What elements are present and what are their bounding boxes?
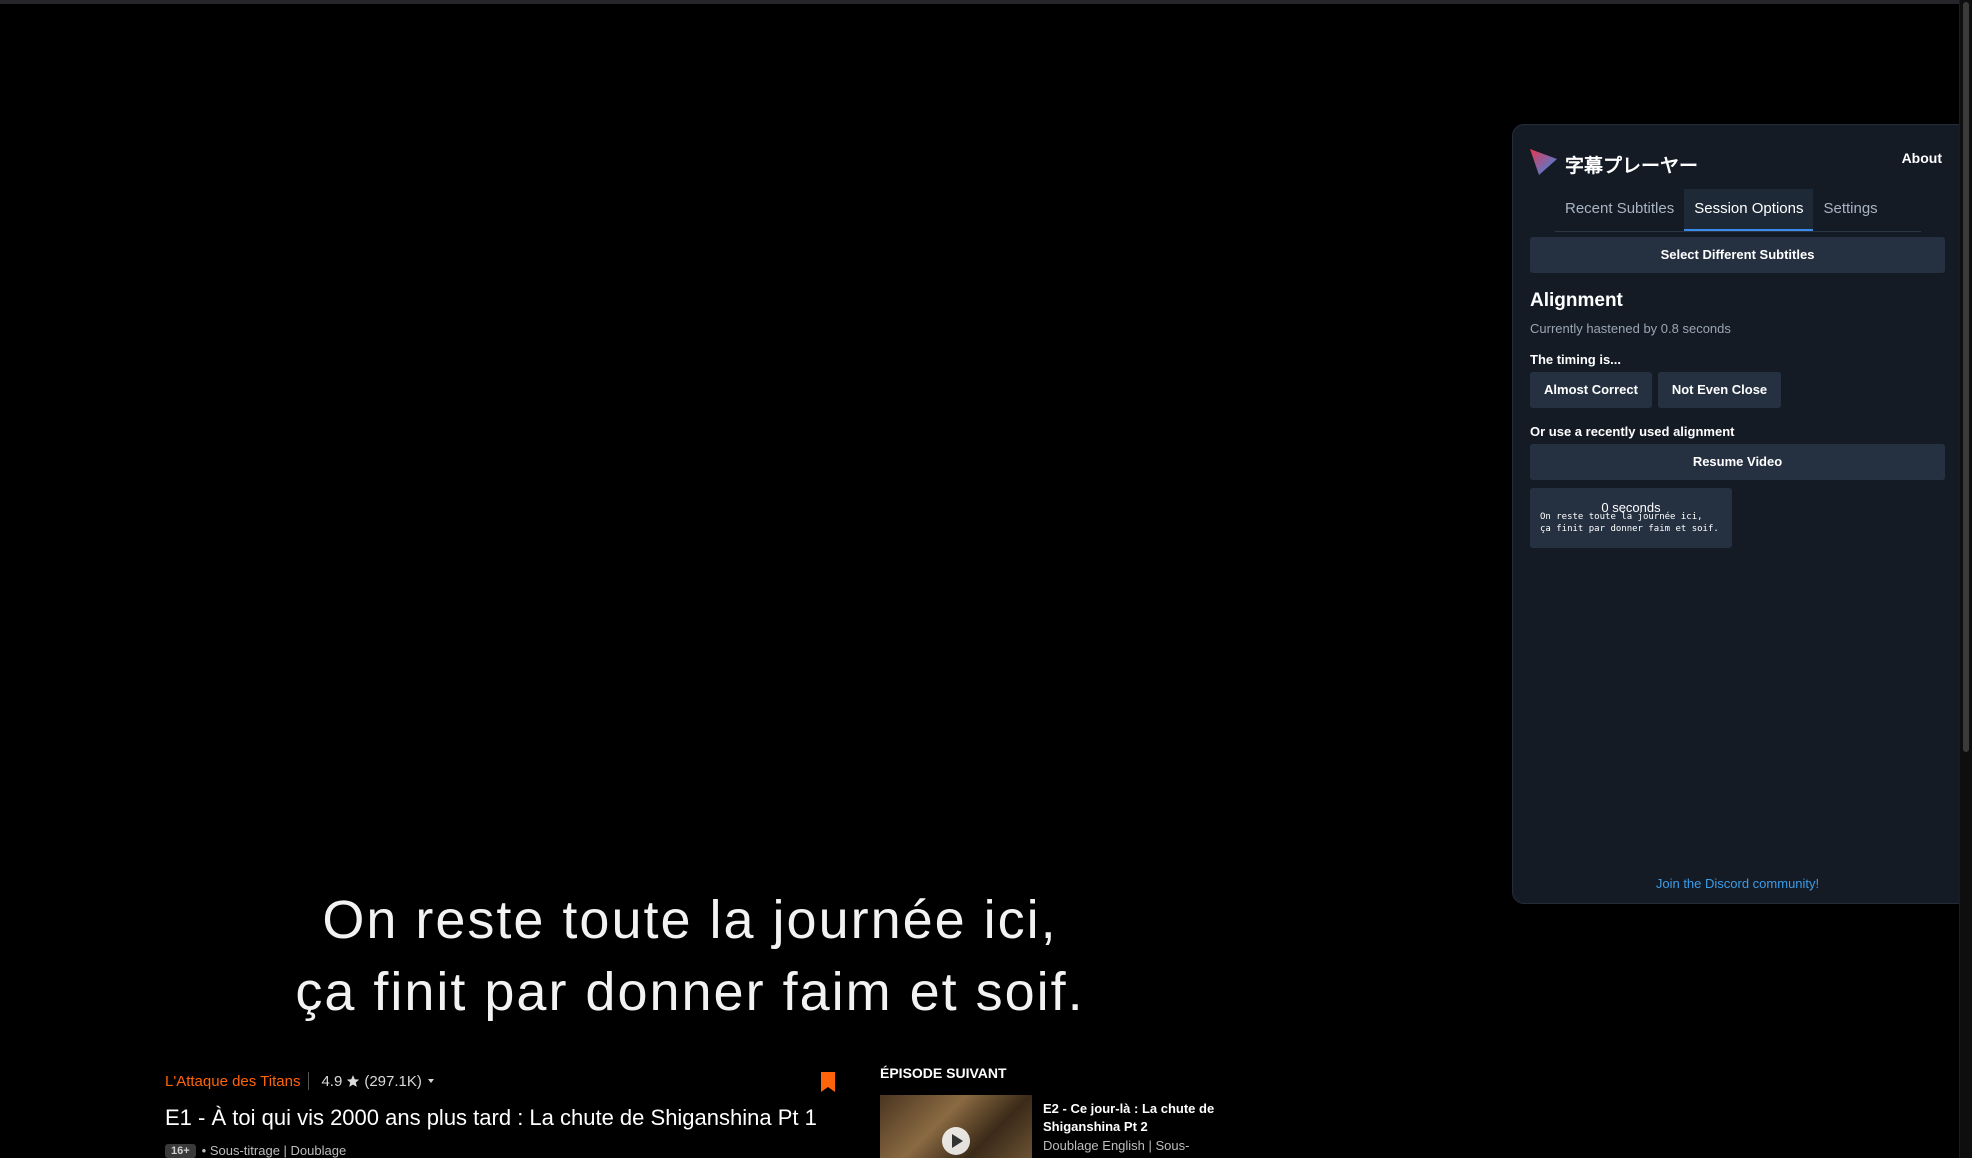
next-episode-audio: Doublage English | Sous- (1043, 1138, 1190, 1153)
bookmark-icon[interactable] (820, 1072, 836, 1092)
next-episode-heading: ÉPISODE SUIVANT (880, 1065, 1007, 1081)
tab-recent-subtitles[interactable]: Recent Subtitles (1555, 189, 1684, 231)
episode-title: E1 - À toi qui vis 2000 ans plus tard : … (165, 1105, 817, 1130)
video-player[interactable]: On reste toute la journée ici, ça finit … (0, 4, 1500, 1058)
subtitle-line-1: On reste toute la journée ici, (322, 890, 1058, 950)
discord-link[interactable]: Join the Discord community! (1513, 876, 1962, 891)
tab-settings[interactable]: Settings (1813, 189, 1887, 231)
rating[interactable]: 4.9 (297.1K) (321, 1073, 435, 1090)
select-different-subtitles-button[interactable]: Select Different Subtitles (1530, 237, 1945, 273)
tab-bar: Recent Subtitles Session Options Setting… (1555, 189, 1921, 232)
recent-alignment-card[interactable]: 0 seconds On reste toute la journée ici,… (1530, 488, 1732, 548)
alignment-preview-line-2: ça finit par donner faim et soif. (1540, 524, 1719, 534)
not-even-close-button[interactable]: Not Even Close (1658, 372, 1781, 408)
next-episode-thumbnail[interactable] (880, 1095, 1032, 1158)
subtitle-line-2: ça finit par donner faim et soif. (295, 962, 1085, 1022)
subtitle-overlay: On reste toute la journée ici, ça finit … (160, 884, 1220, 1028)
timing-label: The timing is... (1530, 352, 1622, 367)
almost-correct-button[interactable]: Almost Correct (1530, 372, 1652, 408)
page: On reste toute la journée ici, ça finit … (0, 0, 1972, 1158)
recent-alignment-label: Or use a recently used alignment (1530, 424, 1735, 439)
subtitle-player-panel: 字幕プレーヤー About Recent Subtitles Session O… (1512, 124, 1963, 904)
alignment-preview: On reste toute la journée ici, ça finit p… (1540, 511, 1732, 535)
resume-video-button[interactable]: Resume Video (1530, 444, 1945, 480)
episode-meta: 16+ • Sous-titrage | Doublage (165, 1143, 346, 1158)
caret-down-icon (427, 1079, 434, 1083)
star-icon (347, 1075, 360, 1087)
logo-icon (1530, 149, 1557, 175)
next-episode-title[interactable]: E2 - Ce jour-là : La chute de Shiganshin… (1043, 1100, 1233, 1136)
divider (308, 1072, 310, 1090)
series-row: L'Attaque des Titans 4.9 (297.1K) (165, 1072, 436, 1090)
about-link[interactable]: About (1902, 150, 1942, 166)
rating-count: (297.1K) (364, 1072, 422, 1090)
audio-info: • Sous-titrage | Doublage (201, 1143, 347, 1158)
app-title: 字幕プレーヤー (1565, 156, 1699, 177)
scrollbar-thumb[interactable] (1963, 2, 1969, 752)
rating-value: 4.9 (321, 1072, 343, 1090)
alignment-preview-line-1: On reste toute la journée ici, (1540, 512, 1703, 522)
play-icon[interactable] (942, 1127, 970, 1155)
series-link[interactable]: L'Attaque des Titans (165, 1073, 300, 1090)
alignment-heading: Alignment (1530, 290, 1623, 311)
scrollbar[interactable] (1959, 0, 1972, 1158)
alignment-status: Currently hastened by 0.8 seconds (1530, 321, 1731, 336)
tab-session-options[interactable]: Session Options (1684, 189, 1814, 231)
age-rating-badge: 16+ (165, 1143, 196, 1158)
